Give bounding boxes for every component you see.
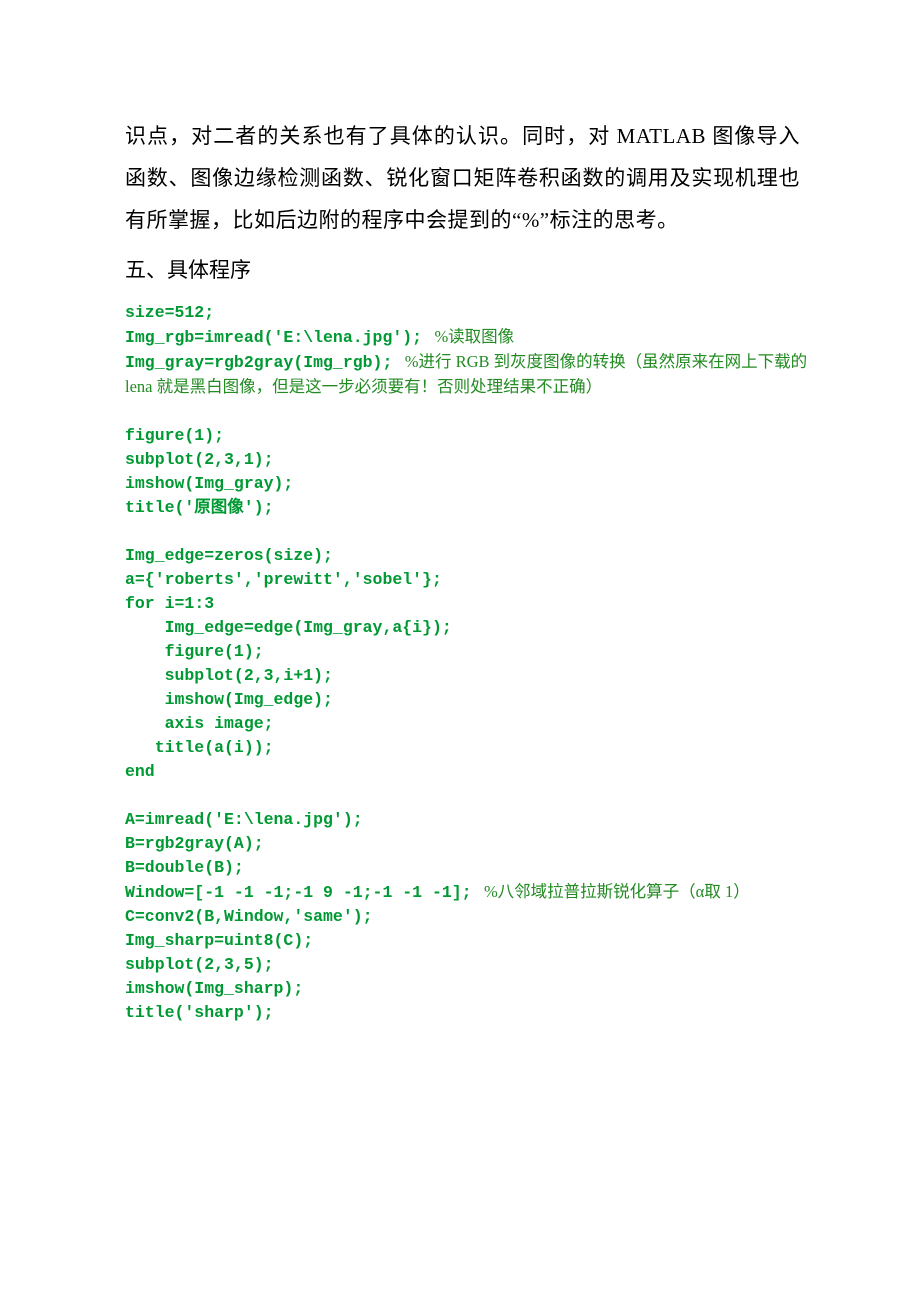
code-line: title('原图像'); — [125, 498, 274, 517]
code-line: Img_edge=edge(Img_gray,a{i}); — [125, 618, 452, 637]
code-line: size=512; — [125, 303, 214, 322]
code-line: subplot(2,3,i+1); — [125, 666, 333, 685]
code-keyword: for — [125, 594, 155, 613]
code-line: imshow(Img_edge); — [125, 690, 333, 709]
code-line: subplot(2,3,1); — [125, 450, 274, 469]
code-line: Img_rgb=imread('E:\lena.jpg'); — [125, 328, 422, 347]
code-line: figure(1); — [125, 642, 264, 661]
code-line: axis image; — [125, 714, 274, 733]
code-comment: %八邻域拉普拉斯锐化算子（α取 1） — [472, 883, 750, 902]
body-paragraph: 识点，对二者的关系也有了具体的认识。同时，对 MATLAB 图像导入函数、图像边… — [125, 115, 800, 241]
code-line: figure(1); — [125, 426, 224, 445]
code-line: title(a(i)); — [125, 738, 274, 757]
code-line: Img_sharp=uint8(C); — [125, 931, 313, 950]
code-line: a={'roberts','prewitt','sobel'}; — [125, 570, 442, 589]
code-comment: %读取图像 — [422, 328, 514, 347]
document-page: 识点，对二者的关系也有了具体的认识。同时，对 MATLAB 图像导入函数、图像边… — [0, 0, 920, 1302]
code-comment-continuation: lena 就是黑白图像，但是这一步必须要有！否则处理结果不正确） — [125, 378, 602, 397]
code-line: imshow(Img_gray); — [125, 474, 293, 493]
code-line: subplot(2,3,5); — [125, 955, 274, 974]
code-line: imshow(Img_sharp); — [125, 979, 303, 998]
code-line: title('sharp'); — [125, 1003, 274, 1022]
section-title: 五、具体程序 — [125, 249, 800, 291]
code-line: i=1:3 — [155, 594, 214, 613]
code-block: size=512; Img_rgb=imread('E:\lena.jpg');… — [125, 301, 800, 1025]
paragraph-roman-word: MATLAB — [617, 124, 706, 148]
paragraph-text-pre: 识点，对二者的关系也有了具体的认识。同时，对 — [125, 124, 617, 148]
code-line: B=double(B); — [125, 858, 244, 877]
code-line: Window=[-1 -1 -1;-1 9 -1;-1 -1 -1]; — [125, 883, 472, 902]
code-line: C=conv2(B,Window,'same'); — [125, 907, 373, 926]
code-line: Img_edge=zeros(size); — [125, 546, 333, 565]
code-keyword: end — [125, 762, 155, 781]
code-line: Img_gray=rgb2gray(Img_rgb); — [125, 353, 392, 372]
code-line: B=rgb2gray(A); — [125, 834, 264, 853]
code-comment: %进行 RGB 到灰度图像的转换（虽然原来在网上下载的 — [392, 353, 807, 372]
code-line: A=imread('E:\lena.jpg'); — [125, 810, 363, 829]
